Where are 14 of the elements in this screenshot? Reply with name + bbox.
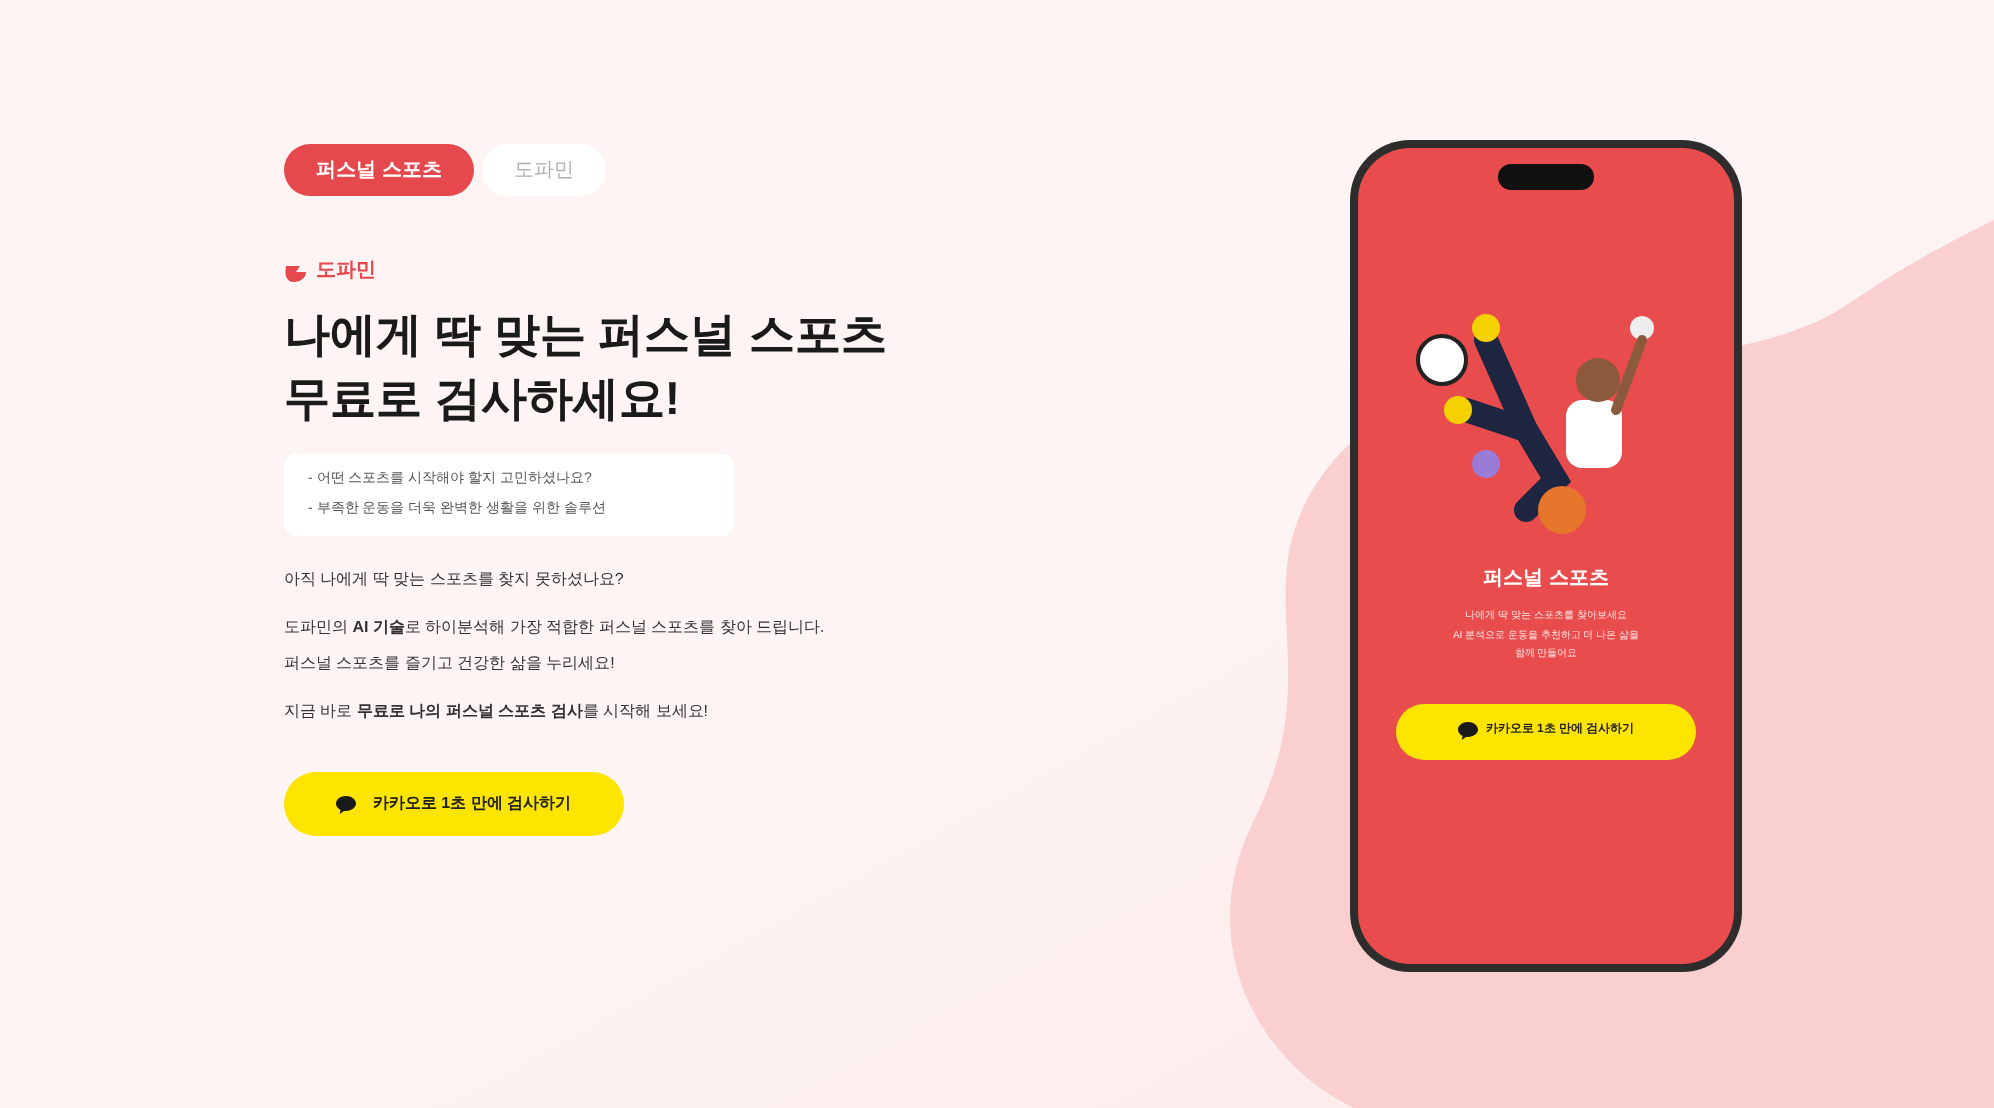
brand-name: 도파민 (316, 258, 376, 286)
chat-bubble-icon (336, 795, 357, 813)
paragraph: 아직 나에게 딱 맞는 스포츠를 찾지 못하셨나요? (284, 568, 626, 592)
paragraph: 퍼스널 스포츠를 즐기고 건강한 삶을 누리세요! (284, 652, 617, 676)
chat-bubble-icon (1457, 722, 1478, 740)
logo-icon (284, 261, 308, 281)
tab[interactable]: 퍼스널 스포츠 (284, 144, 474, 196)
paragraph: 지금 바로 무료로 나의 퍼스널 스포츠 검사를 시작해 보세요! (284, 700, 711, 724)
phone-title: 퍼스널 스포츠 (1483, 566, 1609, 594)
headline: 무료로 검사하세요! (284, 370, 683, 428)
paragraph: 도파민의 AI 기술로 하이분석해 가장 적합한 퍼스널 스포츠를 찾아 드립니다. (284, 616, 827, 640)
headline: 나에게 딱 맞는 퍼스널 스포츠 (284, 306, 890, 364)
camera-notch (1498, 164, 1594, 190)
kakao-button[interactable]: 카카오로 1초 만에 검사하기 (284, 772, 624, 836)
